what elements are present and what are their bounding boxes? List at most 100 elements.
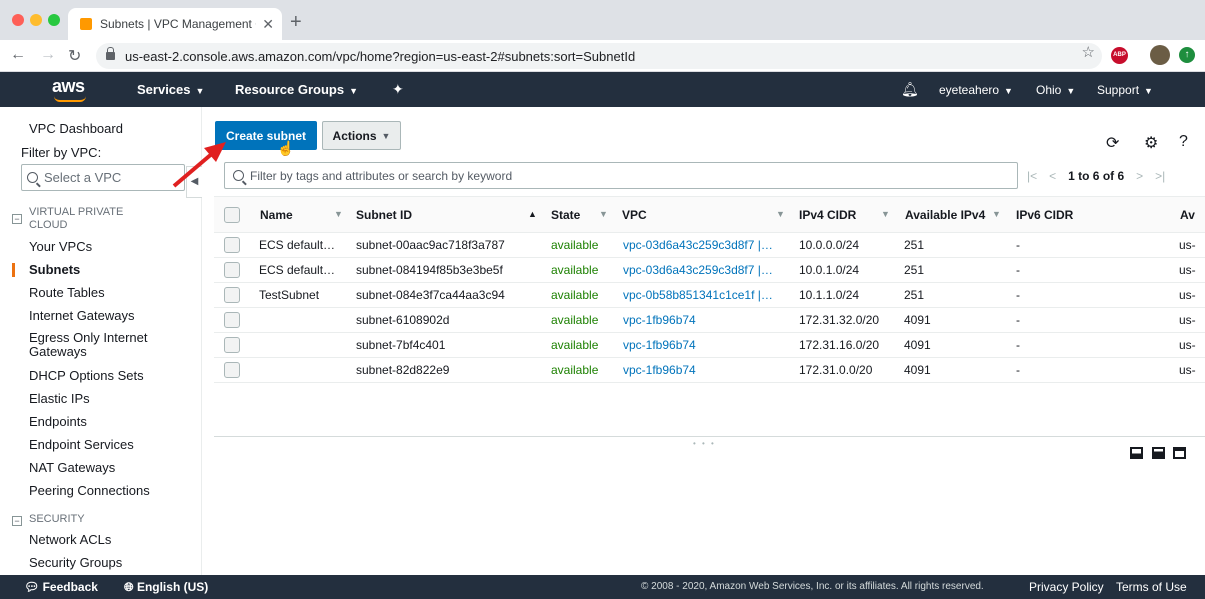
privacy-policy-link[interactable]: Privacy Policy <box>1029 580 1104 594</box>
select-all-checkbox[interactable] <box>224 207 240 223</box>
row-checkbox[interactable] <box>224 312 240 328</box>
sidebar-item-network-acls[interactable]: Network ACLs <box>29 532 111 547</box>
bookmark-star-icon[interactable]: ☆ <box>1082 43 1095 61</box>
services-menu[interactable]: Services ▼ <box>137 82 204 97</box>
region-menu[interactable]: Ohio ▼ <box>1036 83 1075 97</box>
new-tab-button[interactable]: + <box>290 11 302 34</box>
language-selector[interactable]: 🌐︎ English (US) <box>124 580 208 595</box>
split-full-icon[interactable] <box>1173 447 1186 459</box>
sort-icon[interactable]: ▼ <box>776 209 785 219</box>
tab-close-icon[interactable]: ✕ <box>262 16 274 33</box>
cell-vpc[interactable]: vpc-1fb96b74 <box>623 338 783 352</box>
cell-subnet-id: subnet-084194f85b3e3be5f <box>356 263 503 277</box>
terms-of-use-link[interactable]: Terms of Use <box>1116 580 1187 594</box>
last-page-icon[interactable]: >| <box>1155 169 1165 183</box>
help-icon[interactable]: ? <box>1179 133 1188 151</box>
collapse-section-icon[interactable]: − <box>12 516 22 526</box>
update-icon[interactable]: ↑ <box>1179 47 1195 63</box>
split-half-icon[interactable] <box>1152 447 1165 459</box>
cell-vpc[interactable]: vpc-03d6a43c259c3d8f7 |… <box>623 238 783 252</box>
prev-page-icon[interactable]: < <box>1049 169 1056 183</box>
tab-title: Subnets | VPC Management Co <box>100 17 257 31</box>
cell-vpc[interactable]: vpc-1fb96b74 <box>623 363 783 377</box>
back-icon[interactable]: ← <box>10 46 26 64</box>
table-row[interactable]: subnet-7bf4c401 available vpc-1fb96b74 172.… <box>214 333 1205 358</box>
sidebar-item-internet-gateways[interactable]: Internet Gateways <box>29 308 135 323</box>
row-checkbox[interactable] <box>224 262 240 278</box>
column-header-vpc[interactable]: VPC <box>622 208 647 222</box>
actions-button[interactable]: Actions ▼ <box>322 121 401 150</box>
sort-icon[interactable]: ▼ <box>881 209 890 219</box>
cell-avail: 251 <box>904 263 925 277</box>
sidebar-item-vpc-dashboard[interactable]: VPC Dashboard <box>29 121 123 136</box>
table-row[interactable]: subnet-6108902d available vpc-1fb96b74 172.… <box>214 308 1205 333</box>
feedback-button[interactable]: 💬︎ Feedback <box>24 580 98 594</box>
table-filter-input[interactable]: Filter by tags and attributes or search … <box>224 162 1018 189</box>
sidebar-item-route-tables[interactable]: Route Tables <box>29 285 105 300</box>
sort-icon[interactable]: ▼ <box>599 209 608 219</box>
sidebar-item-security-groups[interactable]: Security Groups <box>29 555 122 570</box>
table-row[interactable]: ECS default… subnet-00aac9ac718f3a787 avai… <box>214 233 1205 258</box>
split-bottom-icon[interactable] <box>1130 447 1143 459</box>
cell-avail: 251 <box>904 238 925 252</box>
browser-tab[interactable]: Subnets | VPC Management Co ✕ <box>68 8 282 40</box>
cell-ipv6: - <box>1016 263 1020 277</box>
sort-icon[interactable]: ▼ <box>992 209 1001 219</box>
minimize-window-button[interactable] <box>30 14 42 26</box>
sidebar-item-dhcp-options[interactable]: DHCP Options Sets <box>29 368 144 383</box>
column-header-availability-zone[interactable]: Av <box>1180 208 1195 222</box>
column-header-state[interactable]: State <box>551 208 580 222</box>
close-window-button[interactable] <box>12 14 24 26</box>
adblock-extension-icon[interactable]: ABP <box>1111 47 1128 64</box>
refresh-icon[interactable]: ⟳ <box>1106 133 1119 153</box>
url-field[interactable]: us-east-2.console.aws.amazon.com/vpc/hom… <box>96 43 1102 69</box>
sidebar-item-peering-connections[interactable]: Peering Connections <box>29 483 150 498</box>
column-header-ipv4-cidr[interactable]: IPv4 CIDR <box>799 208 856 222</box>
resize-handle-icon[interactable]: • • • <box>693 439 716 448</box>
cell-name: TestSubnet <box>259 288 320 302</box>
row-checkbox[interactable] <box>224 287 240 303</box>
sidebar-item-endpoint-services[interactable]: Endpoint Services <box>29 437 134 452</box>
sidebar-item-subnets[interactable]: Subnets <box>29 262 80 277</box>
search-icon <box>233 170 244 181</box>
account-menu[interactable]: eyeteahero ▼ <box>939 83 1013 97</box>
table-row[interactable]: subnet-82d822e9 available vpc-1fb96b74 172.… <box>214 358 1205 383</box>
next-page-icon[interactable]: > <box>1136 169 1143 183</box>
cell-vpc[interactable]: vpc-1fb96b74 <box>623 313 783 327</box>
sidebar-item-egress-only-gateways[interactable]: Egress Only Internet Gateways <box>29 331 169 359</box>
collapse-section-icon[interactable]: − <box>12 214 22 224</box>
sort-ascending-icon[interactable]: ▲ <box>528 209 537 219</box>
support-menu[interactable]: Support ▼ <box>1097 83 1153 97</box>
address-bar: ← → ↻ us-east-2.console.aws.amazon.com/v… <box>0 40 1205 72</box>
sidebar-item-elastic-ips[interactable]: Elastic IPs <box>29 391 90 406</box>
aws-logo[interactable]: aws <box>52 76 85 97</box>
first-page-icon[interactable]: |< <box>1027 169 1037 183</box>
column-header-subnet-id[interactable]: Subnet ID <box>356 208 412 222</box>
gear-icon[interactable]: ⚙ <box>1144 133 1158 153</box>
resource-groups-menu[interactable]: Resource Groups ▼ <box>235 82 358 97</box>
forward-icon[interactable]: → <box>40 46 56 64</box>
column-header-available-ipv4[interactable]: Available IPv4 <box>905 208 985 222</box>
row-checkbox[interactable] <box>224 362 240 378</box>
maximize-window-button[interactable] <box>48 14 60 26</box>
create-subnet-button[interactable]: Create subnet <box>215 121 317 150</box>
notification-bell-icon[interactable]: 🔔︎ <box>901 81 919 98</box>
sidebar-item-endpoints[interactable]: Endpoints <box>29 414 87 429</box>
row-checkbox[interactable] <box>224 337 240 353</box>
sidebar-item-your-vpcs[interactable]: Your VPCs <box>29 239 92 254</box>
table-row[interactable]: TestSubnet subnet-084e3f7ca44aa3c94 availa… <box>214 283 1205 308</box>
reload-icon[interactable]: ↻ <box>68 46 81 66</box>
column-header-name[interactable]: Name <box>260 208 293 222</box>
sort-icon[interactable]: ▼ <box>334 209 343 219</box>
profile-avatar[interactable] <box>1150 45 1170 65</box>
table-row[interactable]: ECS default… subnet-084194f85b3e3be5f avai… <box>214 258 1205 283</box>
vpc-filter-select[interactable]: Select a VPC <box>21 164 185 191</box>
cell-az: us- <box>1179 238 1196 252</box>
cell-vpc[interactable]: vpc-0b58b851341c1ce1f |… <box>623 288 783 302</box>
pin-icon[interactable]: ✦ <box>392 81 404 98</box>
table-bottom-divider <box>214 436 1205 437</box>
cell-vpc[interactable]: vpc-03d6a43c259c3d8f7 |… <box>623 263 783 277</box>
column-header-ipv6-cidr[interactable]: IPv6 CIDR <box>1016 208 1073 222</box>
row-checkbox[interactable] <box>224 237 240 253</box>
sidebar-item-nat-gateways[interactable]: NAT Gateways <box>29 460 115 475</box>
